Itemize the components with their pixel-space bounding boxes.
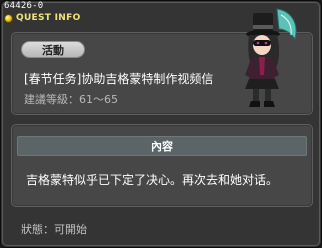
category-badge: 活動 bbox=[21, 41, 85, 58]
quest-id: 64426-0 bbox=[4, 1, 44, 11]
quest-name: [春节任务]协助吉格蒙特制作视频信 bbox=[24, 72, 214, 86]
window-titlebar[interactable]: QUEST INFO bbox=[5, 12, 81, 24]
npc-portrait bbox=[245, 8, 297, 107]
content-header: 內容 bbox=[17, 136, 307, 156]
quest-bulb-icon bbox=[5, 14, 12, 22]
quest-status: 狀態：可開始 bbox=[21, 223, 87, 236]
quest-description: 吉格蒙特似乎已下定了决心。再次去和她对话。 bbox=[26, 173, 279, 187]
window-title: QUEST INFO bbox=[16, 13, 81, 23]
quest-info-window: 64426-0 QUEST INFO 活動 [春节任务]协助吉格蒙特制作视频信 … bbox=[0, 0, 322, 248]
quest-content-panel: 內容 吉格蒙特似乎已下定了决心。再次去和她对话。 bbox=[11, 124, 313, 207]
recommended-level: 建議等級：61～65 bbox=[24, 93, 118, 106]
